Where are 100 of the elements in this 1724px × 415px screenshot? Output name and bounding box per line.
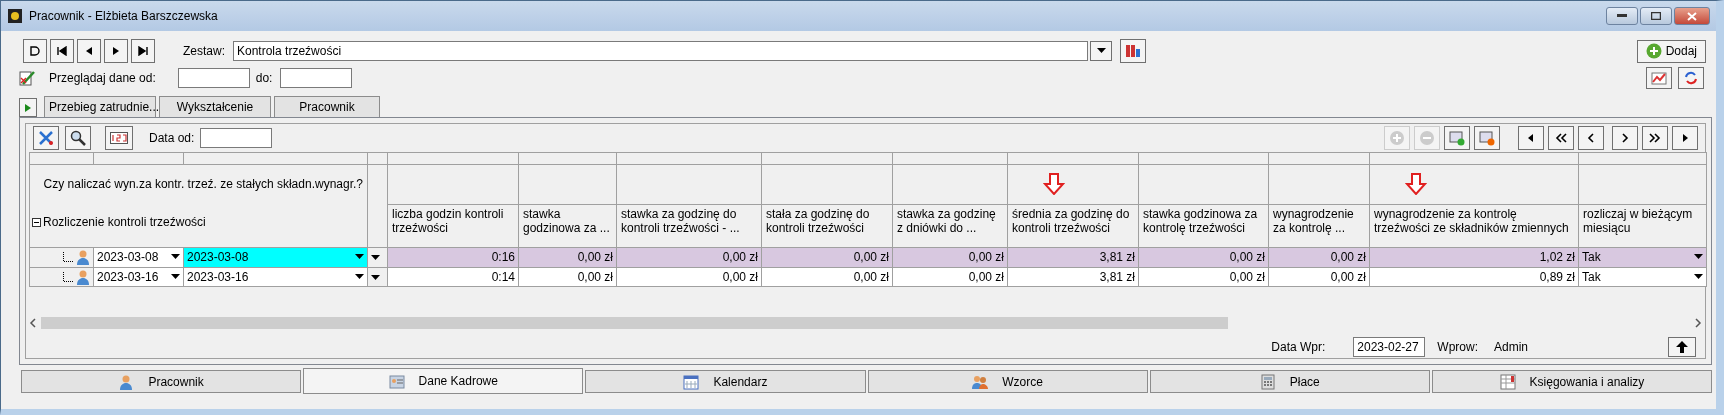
nav-button[interactable] xyxy=(50,39,74,63)
table-cell-text: 0:16 xyxy=(490,250,515,265)
collapse-icon xyxy=(32,217,41,227)
caret-icon xyxy=(1694,273,1703,280)
last-icon xyxy=(138,46,148,56)
wprow-label: Wprow: xyxy=(1437,340,1478,354)
column-header: średnia za godzinę do kontroli trzeźwości xyxy=(1012,207,1130,236)
tab[interactable]: Przebieg zatrudnie... xyxy=(44,96,156,117)
up-button[interactable] xyxy=(1668,337,1696,357)
double-chevron-right-icon xyxy=(1648,133,1662,143)
tree-line-icon xyxy=(63,271,73,282)
maximize-button[interactable] xyxy=(1640,7,1672,25)
up-arrow-icon xyxy=(1676,341,1688,353)
calculator-button[interactable] xyxy=(105,126,133,150)
table-cell-text: 0,00 zł xyxy=(576,250,613,265)
page-nav-button[interactable] xyxy=(1548,126,1574,150)
plus-icon xyxy=(1645,43,1662,59)
table-cell-text: 0,00 zł xyxy=(1329,250,1366,265)
number-pad-icon xyxy=(110,132,128,144)
record-add-icon xyxy=(1449,130,1465,146)
caret-icon xyxy=(171,273,180,280)
data-wpr-field[interactable]: 2023-02-27 xyxy=(1353,337,1426,357)
table-cell-text: 0:14 xyxy=(490,269,515,284)
delete-record-button[interactable] xyxy=(1474,126,1500,150)
window-title: Pracownik - Elżbieta Barszczewska xyxy=(29,9,218,23)
tools-button[interactable] xyxy=(33,126,59,150)
nav-button[interactable] xyxy=(77,39,101,63)
chart-icon xyxy=(1651,70,1667,86)
page-nav-button[interactable] xyxy=(1518,126,1544,150)
date-to-field[interactable] xyxy=(280,68,353,88)
nav-button[interactable] xyxy=(23,39,47,63)
table-cell-text: 0,00 zł xyxy=(1228,250,1265,265)
table-cell-text: 0,00 zł xyxy=(967,269,1004,284)
calculator-icon xyxy=(1259,373,1276,390)
table-cell-text: 1,02 zł xyxy=(1538,250,1575,265)
add-button[interactable]: Dodaj xyxy=(1636,39,1706,63)
data-wpr-label: Data Wpr: xyxy=(1271,340,1326,354)
table-cell-text: 0,00 zł xyxy=(967,250,1004,265)
previous-icon xyxy=(84,46,94,56)
zestaw-field[interactable]: Kontrola trzeźwości xyxy=(233,41,1088,61)
bottom-tab[interactable]: Kalendarz xyxy=(585,370,866,393)
column-header: stała za godzinę do kontroli trzeźwości xyxy=(766,207,870,236)
grid-date-field[interactable] xyxy=(200,128,273,148)
table-cell-text: 0,00 zł xyxy=(576,269,613,284)
table-cell-text: 0,00 zł xyxy=(1329,269,1366,284)
person-icon xyxy=(75,268,91,285)
column-header: stawka godzinowa za kontrolę trzeźwości xyxy=(1143,207,1258,236)
wprow-value: Admin xyxy=(1494,340,1528,354)
tree-line-icon xyxy=(63,252,73,263)
columns-icon xyxy=(1125,43,1141,59)
close-button[interactable] xyxy=(1674,7,1710,25)
column-header: liczba godzin kontroli trzeźwości xyxy=(392,207,504,236)
bottom-tab[interactable]: Płace xyxy=(1149,370,1430,393)
minimize-button[interactable] xyxy=(1606,7,1638,25)
next-icon xyxy=(111,46,121,56)
tab[interactable]: Wykształcenie xyxy=(159,96,271,117)
nav-button[interactable] xyxy=(131,39,155,63)
option-cell[interactable]: Tak xyxy=(1582,269,1601,284)
table-cell-text: 0,00 zł xyxy=(852,250,889,265)
table-cell-text: 0,00 zł xyxy=(721,250,758,265)
new-record-icon xyxy=(30,46,40,56)
column-header: rozliczaj w bieżącym miesiącu xyxy=(1583,207,1693,236)
spreadsheet-icon xyxy=(1499,373,1516,390)
table-cell-text: 3,81 zł xyxy=(1098,269,1135,284)
maximize-icon xyxy=(1651,12,1661,20)
column-header: stawka za godzinę z dniówki do ... xyxy=(897,207,996,236)
search-button[interactable] xyxy=(65,126,91,150)
dropdown-button[interactable] xyxy=(1090,41,1112,61)
date-from-field[interactable] xyxy=(177,68,250,88)
refresh-button[interactable] xyxy=(1678,67,1704,89)
table-cell-text: 3,81 zł xyxy=(1098,250,1135,265)
page-nav-button[interactable] xyxy=(1672,126,1698,150)
bottom-tab[interactable]: Wzorce xyxy=(867,370,1148,393)
tab[interactable]: Pracownik xyxy=(274,96,380,117)
app-icon xyxy=(7,8,23,24)
column-header: stawka za godzinę do kontroli trzeźwości - ... xyxy=(621,207,740,236)
expand-button[interactable] xyxy=(19,98,37,117)
bottom-tab[interactable]: Pracownik xyxy=(21,370,302,393)
double-chevron-left-icon xyxy=(1554,133,1568,143)
first-icon xyxy=(57,46,67,56)
folder-card-icon xyxy=(388,373,405,389)
chevron-right-icon xyxy=(1694,317,1702,328)
settings-button[interactable] xyxy=(1120,39,1146,63)
nav-button[interactable] xyxy=(104,39,128,63)
insert-record-button[interactable] xyxy=(1444,126,1470,150)
page-nav-button[interactable] xyxy=(1642,126,1668,150)
bottom-tab[interactable]: Dane Kadrowe xyxy=(303,368,584,394)
bottom-tab[interactable]: Księgowania i analizy xyxy=(1431,370,1713,393)
chevron-left-icon xyxy=(1586,133,1596,143)
filter-label: Przeglądaj dane od: xyxy=(49,71,156,85)
refresh-icon xyxy=(1683,70,1699,86)
table-cell-text: 0,00 zł xyxy=(721,269,758,284)
record-remove-icon xyxy=(1479,130,1495,146)
scrollbar-thumb[interactable] xyxy=(41,316,1229,329)
plus-icon xyxy=(1389,130,1405,146)
option-cell[interactable]: Tak xyxy=(1582,250,1601,265)
minimize-icon xyxy=(1617,14,1627,18)
column-header: wynagrodzenie za kontrolę ... xyxy=(1273,207,1354,236)
person-icon xyxy=(118,373,135,390)
chart-button[interactable] xyxy=(1646,67,1672,89)
